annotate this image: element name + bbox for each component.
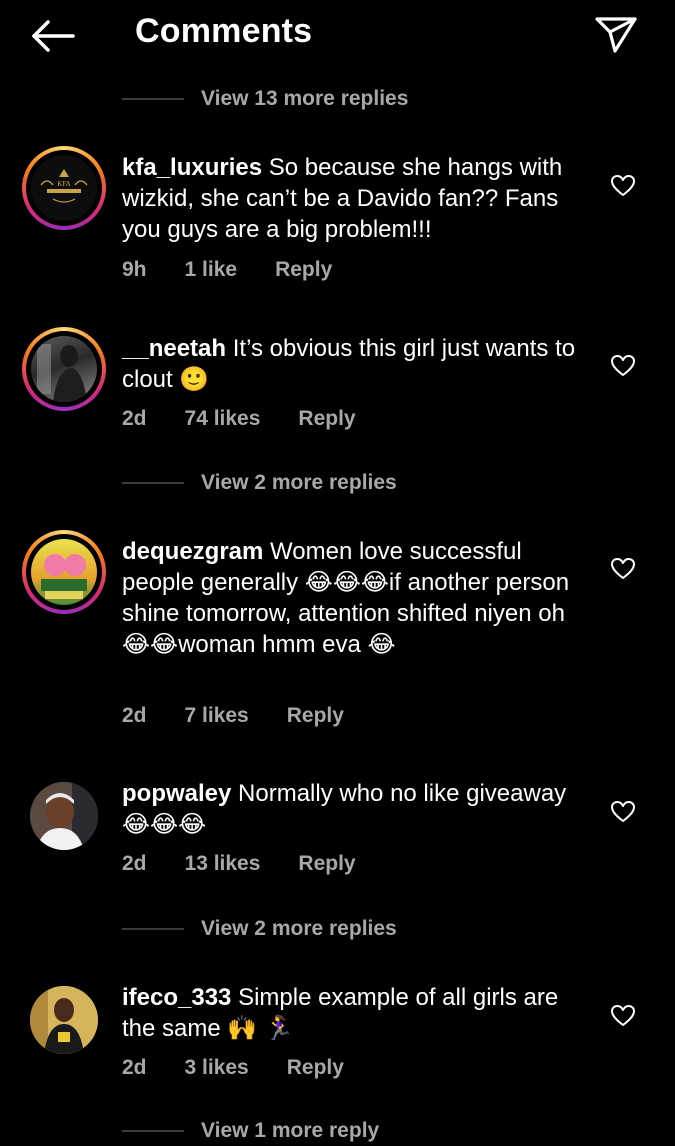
avatar[interactable] xyxy=(30,782,98,850)
comment-time: 2d xyxy=(122,407,147,430)
comment-likes[interactable]: 1 like xyxy=(185,258,238,282)
comment-likes[interactable]: 74 likes xyxy=(185,407,261,431)
cartoon-photo-icon xyxy=(41,554,87,599)
comment-body: dequezgram Women love successful people … xyxy=(122,536,590,660)
comment-body: kfa_luxuries So because she hangs with w… xyxy=(122,152,590,245)
heart-icon[interactable] xyxy=(610,557,636,581)
comment-username[interactable]: dequezgram xyxy=(122,538,263,565)
kfa-logo-icon: KFA xyxy=(31,155,97,221)
send-paper-plane-icon[interactable] xyxy=(594,14,638,54)
comment-body: __neetah It’s obvious this girl just wan… xyxy=(122,333,590,395)
comment-likes[interactable]: 13 likes xyxy=(185,852,261,876)
comment-time: 2d xyxy=(122,1056,147,1079)
view-more-replies[interactable]: View 1 more reply xyxy=(122,1116,379,1146)
view-more-replies[interactable]: View 13 more replies xyxy=(122,84,408,114)
person-photo-icon xyxy=(30,782,98,850)
view-more-replies[interactable]: View 2 more replies xyxy=(122,468,397,498)
reply-button[interactable]: Reply xyxy=(298,407,355,431)
avatar[interactable] xyxy=(22,530,106,614)
reply-thread-line xyxy=(122,482,184,484)
avatar[interactable] xyxy=(22,327,106,411)
header-bar: Comments xyxy=(0,0,675,70)
person-photo-icon xyxy=(30,986,98,1054)
comment-meta: 2d 74 likes Reply xyxy=(122,407,394,431)
comment-body: popwaley Normally who no like giveaway 😂… xyxy=(122,778,590,840)
reply-thread-line xyxy=(122,1130,184,1132)
heart-icon[interactable] xyxy=(610,1004,636,1028)
heart-icon[interactable] xyxy=(610,800,636,824)
reply-thread-line xyxy=(122,928,184,930)
comment-username[interactable]: kfa_luxuries xyxy=(122,154,262,181)
view-replies-label: View 2 more replies xyxy=(201,471,397,494)
page-title: Comments xyxy=(135,12,313,50)
comment-meta: 9h 1 like Reply xyxy=(122,258,370,282)
comment-username[interactable]: popwaley xyxy=(122,780,231,807)
reply-button[interactable]: Reply xyxy=(287,704,344,728)
comment-username[interactable]: __neetah xyxy=(122,335,226,362)
view-more-replies[interactable]: View 2 more replies xyxy=(122,914,397,944)
view-replies-label: View 1 more reply xyxy=(201,1119,380,1142)
view-replies-label: View 2 more replies xyxy=(201,917,397,940)
avatar[interactable] xyxy=(30,986,98,1054)
comment-username[interactable]: ifeco_333 xyxy=(122,984,231,1011)
reply-button[interactable]: Reply xyxy=(275,258,332,282)
comment-time: 2d xyxy=(122,704,147,727)
heart-icon[interactable] xyxy=(610,354,636,378)
comment-meta: 2d 3 likes Reply xyxy=(122,1056,382,1080)
person-photo-icon xyxy=(37,344,87,402)
comment-time: 9h xyxy=(122,258,147,281)
heart-icon[interactable] xyxy=(610,174,636,198)
kfa-logo-text: KFA xyxy=(57,180,70,188)
reply-button[interactable]: Reply xyxy=(298,852,355,876)
back-arrow-icon[interactable] xyxy=(30,16,76,56)
reply-thread-line xyxy=(122,98,184,100)
comment-meta: 2d 7 likes Reply xyxy=(122,704,382,728)
view-replies-label: View 13 more replies xyxy=(201,87,409,110)
comment-time: 2d xyxy=(122,852,147,875)
comment-likes[interactable]: 7 likes xyxy=(185,704,249,728)
comment-meta: 2d 13 likes Reply xyxy=(122,852,394,876)
comment-likes[interactable]: 3 likes xyxy=(185,1056,249,1080)
reply-button[interactable]: Reply xyxy=(287,1056,344,1080)
comment-body: ifeco_333 Simple example of all girls ar… xyxy=(122,982,590,1044)
avatar[interactable]: KFA xyxy=(22,146,106,230)
